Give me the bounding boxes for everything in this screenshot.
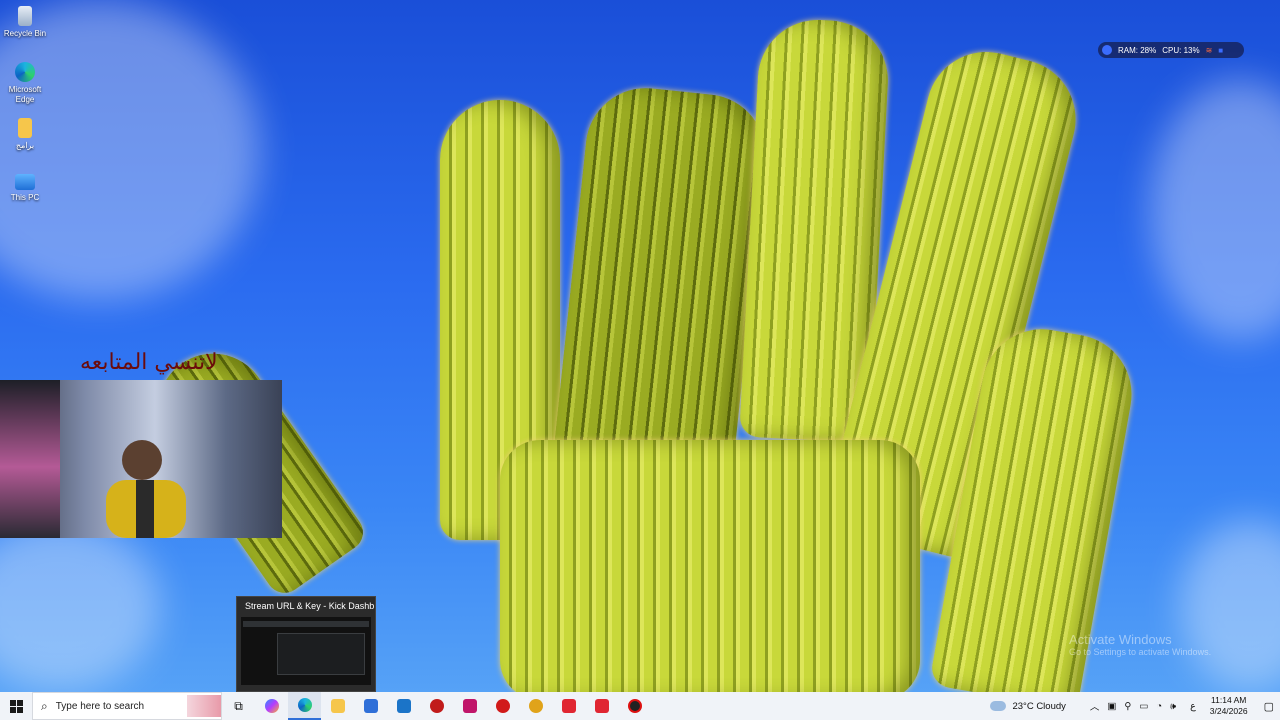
taskbar-clock[interactable]: 11:14 AM 3/24/2026: [1210, 695, 1248, 717]
weather-text: 23°C Cloudy: [1012, 700, 1066, 712]
red-circle-app-icon: [429, 699, 444, 713]
desktop-icon-edge[interactable]: Microsoft Edge: [2, 62, 48, 105]
activate-windows-watermark: Activate Windows Go to Settings to activ…: [1069, 632, 1211, 657]
mail-icon: [396, 699, 411, 713]
obs-icon: [627, 699, 642, 713]
desktop-icon-label: Recycle Bin: [3, 29, 47, 38]
battery-icon[interactable]: ▭: [1139, 701, 1148, 712]
cloud-icon: [990, 701, 1007, 711]
app-button-3[interactable]: [486, 692, 519, 720]
desktop-icon-folder[interactable]: برامج: [2, 118, 48, 151]
system-tray: 23°C Cloudy ︿ ▣ ⚲ ▭ ◔ 🕪 ع 11:14 AM 3/24/…: [990, 692, 1280, 720]
store-button[interactable]: [354, 692, 387, 720]
camera-icon: ■: [1218, 45, 1224, 55]
folder-icon: [18, 118, 32, 138]
volume-icon[interactable]: 🕪: [1170, 701, 1176, 712]
network-device-icon[interactable]: ▣: [1107, 701, 1116, 712]
red-arrow-app-icon: [594, 699, 609, 713]
follow-reminder-text: لاتنسي المتابعه: [80, 350, 218, 375]
webcam-person: [106, 440, 186, 538]
app-button-5[interactable]: [552, 692, 585, 720]
weather-widget[interactable]: 23°C Cloudy: [990, 700, 1066, 712]
desktop-icon-label: برامج: [15, 141, 35, 150]
folder-icon: [330, 699, 345, 713]
desktop-icon-this-pc[interactable]: This PC: [2, 174, 48, 203]
watermark-line1: Activate Windows: [1069, 632, 1172, 647]
system-monitor-widget[interactable]: RAM: 28% CPU: 13% ≋ ■: [1098, 42, 1244, 58]
desktop-icon-label: Microsoft Edge: [8, 85, 42, 104]
ram-usage: RAM: 28%: [1118, 45, 1157, 55]
webcam-overlay: [0, 380, 282, 538]
start-button[interactable]: [0, 692, 32, 720]
windows-logo-icon: [9, 699, 23, 713]
clock-time: 11:14 AM: [1211, 695, 1247, 705]
edge-icon: [297, 698, 312, 712]
language-indicator[interactable]: ع: [1190, 701, 1196, 712]
copilot-icon: [264, 699, 279, 713]
cpu-usage: CPU: 13%: [1162, 45, 1200, 55]
file-explorer-button[interactable]: [321, 692, 354, 720]
record-app-icon: [462, 699, 477, 713]
search-icon: ⌕: [41, 698, 48, 713]
mic-icon[interactable]: ⚲: [1124, 701, 1131, 712]
search-placeholder: Type here to search: [55, 700, 145, 712]
app-button-6[interactable]: [585, 692, 618, 720]
mic-icon: [1102, 45, 1112, 55]
desktop-icon-recycle-bin[interactable]: Recycle Bin: [2, 6, 48, 39]
wifi-icon[interactable]: ◔: [1156, 701, 1162, 712]
taskbar-search-box[interactable]: ⌕ Type here to search: [32, 692, 222, 720]
taskbar-edge-button[interactable]: [288, 692, 321, 720]
thumbnail-window-preview: [241, 617, 371, 685]
copilot-button[interactable]: [255, 692, 288, 720]
x-app-icon: [528, 699, 543, 713]
app-button-7[interactable]: [618, 692, 651, 720]
cactus-trunk: [500, 440, 920, 692]
app-button-4[interactable]: [519, 692, 552, 720]
search-highlight-image: [187, 695, 221, 717]
desktop-icon-label: This PC: [10, 193, 40, 202]
recycle-bin-icon: [18, 6, 32, 26]
task-view-button[interactable]: ⧉: [222, 692, 255, 720]
app-button-2[interactable]: [453, 692, 486, 720]
app-button-1[interactable]: [420, 692, 453, 720]
computer-icon: [15, 174, 35, 190]
clock-date: 3/24/2026: [1209, 706, 1248, 716]
task-view-icon: ⧉: [234, 698, 243, 713]
desktop-wallpaper: [0, 0, 1280, 692]
edge-icon: [15, 62, 35, 82]
taskbar-thumbnail-preview[interactable]: Stream URL & Key - Kick Dashb...: [236, 596, 376, 692]
red-app-icon: [495, 699, 510, 713]
store-icon: [363, 699, 378, 713]
webcam-left-wall: [0, 380, 60, 538]
thumbnail-title: Stream URL & Key - Kick Dashb...: [245, 601, 375, 611]
red-arrow-app-icon: [561, 699, 576, 713]
chevron-up-icon[interactable]: ︿: [1090, 699, 1100, 713]
wifi-icon: ≋: [1205, 45, 1213, 55]
mail-button[interactable]: [387, 692, 420, 720]
taskbar: ⌕ Type here to search ⧉ 23°C Cloudy ︿ ▣ …: [0, 692, 1280, 720]
watermark-line2: Go to Settings to activate Windows.: [1069, 647, 1212, 657]
notifications-icon[interactable]: ▢: [1264, 700, 1274, 713]
